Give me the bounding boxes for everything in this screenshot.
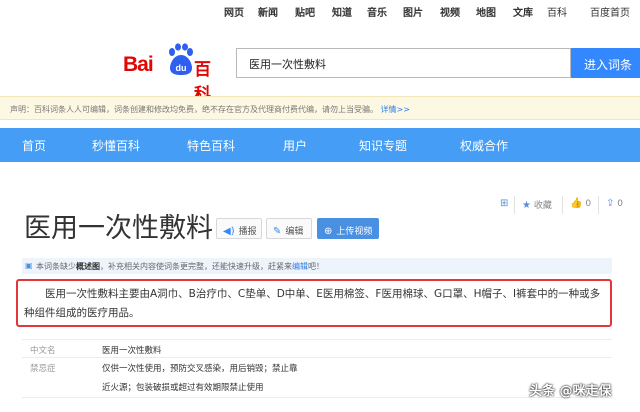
nav-link-images[interactable]: 图片 [403, 4, 423, 19]
add-icon[interactable]: ⊞ [500, 198, 508, 209]
upload-label: 上传视频 [336, 227, 373, 237]
info-row-contraindication-cont: 近火源；包装破损或超过有效期限禁止使用 [30, 381, 264, 393]
divider [22, 357, 612, 358]
nav-link-map[interactable]: 地图 [476, 4, 496, 19]
upload-video-button[interactable]: ⊕ 上传视频 [317, 218, 379, 239]
main-nav-miaodong[interactable]: 秒懂百科 [92, 137, 140, 154]
nav-link-baike[interactable]: 百科 [547, 4, 567, 19]
note-text: 吧！ [308, 262, 324, 271]
info-key: 禁忌症 [30, 364, 56, 374]
baidu-baike-logo[interactable]: Bai du 百科 [123, 43, 223, 105]
info-key: 中文名 [30, 346, 56, 356]
like-button[interactable]: 👍 0 [570, 198, 591, 209]
info-row-chinese-name: 中文名 医用一次性敷料 [30, 344, 162, 356]
divider [598, 196, 599, 214]
toutiao-watermark: 头条 @咪走保 [529, 384, 612, 399]
info-value: 仅供一次性使用，预防交叉感染，用后销毁；禁止靠 [102, 364, 298, 374]
divider [514, 196, 515, 214]
plus-circle-icon: ⊕ [324, 226, 333, 237]
notice-text: 声明：百科词条人人可编辑，词条创建和修改均免费，绝不存在官方及代理商付费代编，请… [10, 105, 378, 114]
divider [22, 397, 612, 398]
report-button[interactable]: ◀) 播报 [216, 218, 262, 239]
share-button[interactable]: ⇪ 0 [606, 198, 623, 209]
like-count: 0 [585, 199, 592, 209]
edit-button[interactable]: ✎ 编辑 [266, 218, 312, 239]
pencil-icon: ✎ [273, 226, 282, 237]
main-nav-featured[interactable]: 特色百科 [187, 137, 235, 154]
main-nav-users[interactable]: 用户 [283, 137, 307, 154]
main-nav-home[interactable]: 首页 [22, 137, 46, 154]
nav-link-wenku[interactable]: 文库 [513, 4, 533, 19]
info-value: 医用一次性敷料 [102, 346, 162, 356]
nav-link-web[interactable]: 网页 [224, 4, 244, 19]
speaker-icon: ◀) [223, 226, 235, 237]
note-text: 本词条缺少 [36, 262, 76, 271]
nav-link-baidu-home[interactable]: 百度首页 [590, 4, 630, 19]
collect-label: 收藏 [533, 201, 552, 211]
nav-link-music[interactable]: 音乐 [367, 4, 387, 19]
nav-link-news[interactable]: 新闻 [258, 4, 278, 19]
logo-text-du: du [176, 63, 187, 73]
collect-button[interactable]: ★ 收藏 [522, 198, 552, 211]
thumbs-up-icon: 👍 [570, 198, 583, 209]
missing-image-note: ▣ 本词条缺少概述图，补充相关内容使词条更完整，还能快速升级，赶紧来编辑吧！ [22, 258, 612, 274]
nav-link-zhidao[interactable]: 知道 [332, 4, 352, 19]
nav-link-tieba[interactable]: 贴吧 [295, 4, 315, 19]
nav-link-video[interactable]: 视频 [440, 4, 460, 19]
info-value: 近火源；包装破损或超过有效期限禁止使用 [102, 383, 264, 393]
notice-details-link[interactable]: 详情>> [381, 105, 410, 114]
edit-label: 编辑 [285, 227, 304, 237]
share-count: 0 [617, 199, 623, 209]
note-bold: 概述图 [76, 262, 100, 271]
divider [22, 339, 612, 340]
image-icon: ▣ [25, 261, 33, 270]
share-icon: ⇪ [606, 198, 615, 209]
enter-entry-button[interactable]: 进入词条 [571, 48, 640, 78]
top-navigation: 网页 新闻 贴吧 知道 音乐 图片 视频 地图 文库 百科 百度首页 [0, 0, 640, 22]
star-icon: ★ [522, 200, 531, 211]
paw-icon: du [169, 43, 193, 75]
divider [562, 196, 563, 214]
note-edit-link[interactable]: 编辑 [292, 262, 308, 271]
report-label: 播报 [238, 227, 257, 237]
main-nav-bar: 首页 秒懂百科 特色百科 用户 知识专题 权威合作 [0, 128, 640, 162]
note-text: ，补充相关内容使词条更完整，还能快速升级，赶紧来 [100, 262, 292, 271]
disclaimer-notice: 声明：百科词条人人可编辑，词条创建和修改均免费，绝不存在官方及代理商付费代编，请… [0, 96, 640, 120]
summary-text: 医用一次性敷料主要由A洞巾、B治疗巾、C垫单、D中单、E医用棉签、F医用棉球、G… [24, 288, 601, 319]
logo-text-bai: Bai [123, 53, 154, 76]
info-row-contraindication: 禁忌症 仅供一次性使用，预防交叉感染，用后销毁；禁止靠 [30, 362, 298, 374]
summary-highlight-box: 医用一次性敷料主要由A洞巾、B治疗巾、C垫单、D中单、E医用棉签、F医用棉球、G… [16, 279, 612, 327]
main-nav-cooperation[interactable]: 权威合作 [460, 137, 508, 154]
search-input[interactable]: 医用一次性敷料 [236, 48, 571, 78]
main-nav-topics[interactable]: 知识专题 [359, 137, 407, 154]
page-title: 医用一次性敷料 [24, 213, 213, 244]
